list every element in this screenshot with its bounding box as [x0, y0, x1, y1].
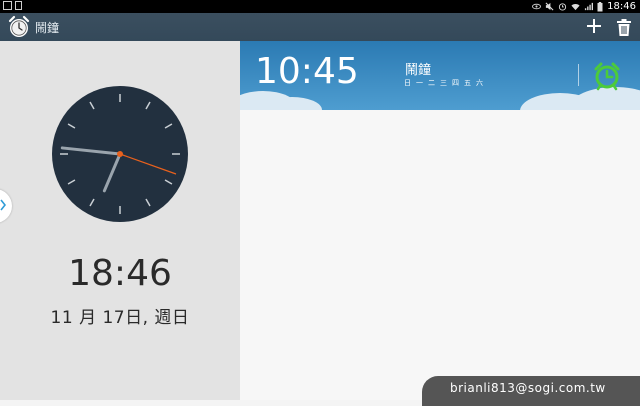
mute-icon: [545, 2, 554, 11]
day-wed: 三: [440, 79, 447, 87]
alarm-item[interactable]: 10:45 鬧鐘 日 一 二 三 四 五 六: [240, 41, 640, 110]
notification-icons: [3, 1, 22, 10]
action-bar: 鬧鐘: [0, 13, 640, 41]
add-alarm-button[interactable]: [583, 15, 605, 37]
status-bar: 18:46: [0, 0, 640, 13]
watermark-text: brianli813@sogi.com.tw: [450, 381, 606, 395]
current-time: 18:46: [68, 253, 172, 294]
delete-button[interactable]: [614, 16, 634, 38]
app-title: 鬧鐘: [35, 21, 60, 35]
clock-center: [117, 151, 123, 157]
gallery-notification-icon: [3, 1, 12, 10]
divider: [578, 64, 579, 86]
trash-icon: [617, 19, 631, 36]
alarm-clock-app-icon[interactable]: [7, 15, 31, 39]
alarm-list: 10:45 鬧鐘 日 一 二 三 四 五 六: [240, 41, 640, 400]
analog-clock: [52, 86, 188, 222]
status-time: 18:46: [607, 1, 636, 12]
day-fri: 五: [464, 79, 471, 87]
day-sat: 六: [476, 79, 483, 87]
eye-icon: [532, 3, 542, 10]
file-notification-icon: [15, 1, 22, 10]
status-icons: 18:46: [532, 0, 636, 13]
day-thu: 四: [452, 79, 459, 87]
wifi-icon: [571, 3, 580, 11]
day-mon: 一: [416, 79, 423, 87]
alarm-time: 10:45: [255, 51, 359, 92]
drawer-handle[interactable]: [0, 189, 12, 223]
alarm-status-icon: [559, 3, 567, 11]
signal-icon: [585, 2, 594, 11]
clock-pane: 18:46 11 月 17日, 週日: [0, 41, 240, 400]
watermark: brianli813@sogi.com.tw: [422, 376, 640, 406]
alarm-on-toggle-icon[interactable]: [592, 61, 622, 91]
day-sun: 日: [404, 79, 411, 87]
alarm-name: 鬧鐘: [405, 63, 432, 78]
chevron-right-icon: [0, 199, 6, 211]
current-date: 11 月 17日, 週日: [50, 308, 190, 328]
battery-icon: [597, 1, 603, 11]
repeat-days: 日 一 二 三 四 五 六: [403, 78, 484, 88]
day-tue: 二: [428, 79, 435, 87]
plus-icon: [587, 19, 601, 33]
